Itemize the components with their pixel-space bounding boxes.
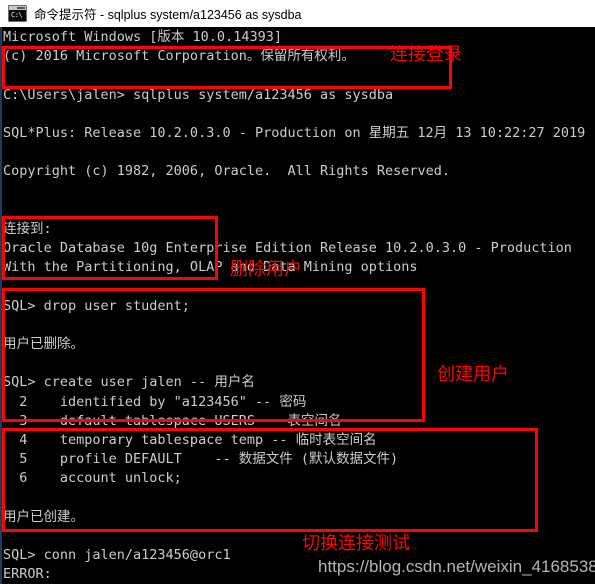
console-line: (c) 2016 Microsoft Corporation。保留所有权利。 (3, 48, 355, 65)
window-title: 命令提示符 - sqlplus system/a123456 as sysdba (34, 8, 302, 22)
annotation-label-create-user: 创建用户 (437, 364, 509, 385)
console-line: 5 profile DEFAULT -- 数据文件 (默认数据文件) (3, 451, 399, 468)
console-line: 2 identified by "a123456" -- 密码 (3, 393, 307, 410)
console-left-edge (0, 27, 2, 584)
console-line: 3 default tablespace USERS -- 表空间名 (3, 412, 342, 429)
annotation-label-switch-connection-test: 切换连接测试 (302, 533, 410, 554)
annotation-label-login: 连接登录 (390, 44, 462, 65)
console-line: 用户已删除。 (3, 336, 84, 352)
annotation-label-drop-user: 删除用户 (230, 259, 302, 280)
console-line: SQL> drop user student; (3, 297, 190, 314)
cmd-icon-titlebar-decoration (9, 6, 26, 10)
console-line: C:\Users\jalen> sqlplus system/a123456 a… (3, 86, 394, 103)
console-line: SQL*Plus: Release 10.2.0.3.0 - Productio… (3, 124, 586, 141)
console-line: Microsoft Windows [版本 10.0.14393] (3, 29, 282, 45)
console-line: 4 temporary tablespace temp -- 临时表空间名 (3, 431, 377, 448)
console-line: Copyright (c) 1982, 2006, Oracle. All Ri… (3, 163, 451, 180)
cmd-console-icon: C:\ (8, 5, 27, 22)
console-line: 用户已创建。 (3, 508, 84, 525)
console-line: 6 account unlock; (3, 470, 182, 487)
cmd-window: C:\ 命令提示符 - sqlplus system/a123456 as sy… (0, 0, 595, 584)
console-text-buffer: Microsoft Windows [版本 10.0.14393] (c) 201… (3, 28, 595, 584)
console-output-area[interactable]: Microsoft Windows [版本 10.0.14393] (c) 201… (0, 27, 595, 584)
console-line: 连接到: (3, 220, 52, 237)
blog-watermark: https://blog.csdn.net/weixin_41685388 (318, 557, 595, 576)
cmd-icon-prompt-text: C:\ (11, 11, 23, 19)
window-titlebar[interactable]: C:\ 命令提示符 - sqlplus system/a123456 as sy… (0, 0, 595, 27)
console-line: Oracle Database 10g Enterprise Edition R… (3, 240, 572, 257)
